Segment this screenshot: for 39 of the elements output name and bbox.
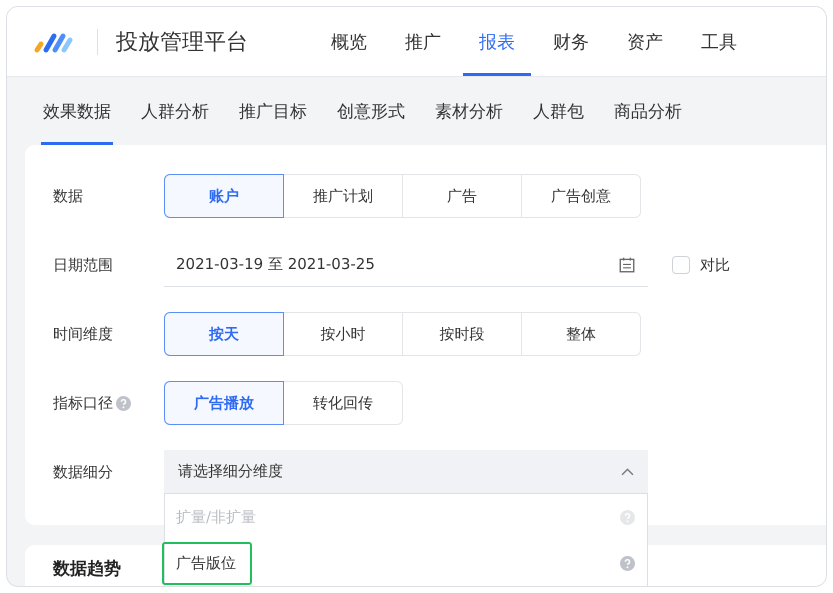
- sub-tab[interactable]: 推广目标: [237, 77, 309, 145]
- nav-tab[interactable]: 资产: [611, 7, 679, 76]
- nav-tab[interactable]: 报表: [463, 7, 531, 76]
- option-label: 扩量/非扩量: [175, 506, 258, 528]
- option-label: 广告版位: [162, 542, 252, 584]
- segment-button[interactable]: 整体: [521, 312, 641, 356]
- section-title: 数据趋势: [53, 559, 121, 579]
- dropdown-option[interactable]: 广告版位: [165, 540, 647, 586]
- segment-button[interactable]: 广告创意: [521, 174, 641, 218]
- segment-button[interactable]: 推广计划: [283, 174, 403, 218]
- help-icon[interactable]: [620, 556, 635, 570]
- nav-tab[interactable]: 推广: [389, 7, 457, 76]
- filter-label: 时间维度: [53, 324, 113, 344]
- segment-button[interactable]: 按天: [164, 312, 284, 356]
- segment-button[interactable]: 按小时: [283, 312, 403, 356]
- filter-label: 指标口径: [53, 394, 113, 412]
- filter-label: 日期范围: [53, 256, 113, 274]
- compare-checkbox[interactable]: [672, 256, 690, 274]
- sub-tab[interactable]: 人群包: [531, 77, 586, 145]
- breakdown-select[interactable]: 请选择细分维度: [164, 450, 648, 494]
- sub-tab[interactable]: 商品分析: [612, 77, 684, 145]
- filter-label: 数据细分: [53, 462, 113, 482]
- help-icon[interactable]: [116, 396, 131, 410]
- date-range-field[interactable]: 2021-03-19 至 2021-03-25: [164, 243, 648, 287]
- nav-tab[interactable]: 财务: [537, 7, 605, 76]
- segment-button[interactable]: 转化回传: [283, 381, 403, 425]
- segment-button[interactable]: 广告播放: [164, 381, 284, 425]
- app-title: 投放管理平台: [116, 28, 248, 56]
- sub-tab[interactable]: 创意形式: [335, 77, 407, 145]
- sub-tab[interactable]: 素材分析: [433, 77, 505, 145]
- segment-button[interactable]: 广告: [402, 174, 522, 218]
- checkbox-label: 对比: [700, 256, 730, 274]
- filter-label: 数据: [53, 186, 83, 206]
- calendar-icon: [618, 256, 636, 274]
- nav-tab[interactable]: 工具: [685, 7, 753, 76]
- sub-tab[interactable]: 人群分析: [139, 77, 211, 145]
- segment-button[interactable]: 账户: [164, 174, 284, 218]
- segment-button[interactable]: 按时段: [402, 312, 522, 356]
- nav-tab[interactable]: 概览: [315, 7, 383, 76]
